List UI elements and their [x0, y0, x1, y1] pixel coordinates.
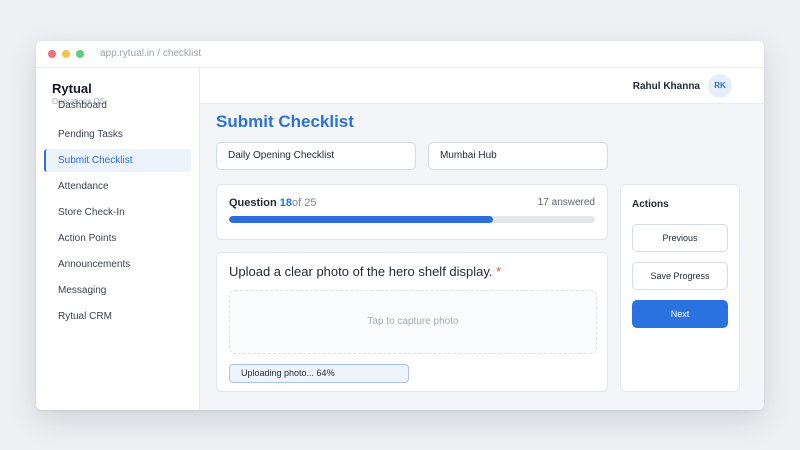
previous-button[interactable]: Previous — [632, 224, 728, 252]
close-window-dot[interactable] — [48, 50, 56, 58]
next-button[interactable]: Next — [632, 300, 728, 328]
app-window: app.rytual.in / checklist Rytual Operati… — [36, 41, 764, 410]
progress-fill — [229, 216, 493, 223]
top-bar: Rahul Khanna RK — [200, 68, 764, 104]
progress-track — [229, 216, 595, 223]
minimize-window-dot[interactable] — [62, 50, 70, 58]
sidebar-item-submit-checklist[interactable]: Submit Checklist — [44, 149, 191, 172]
user-avatar[interactable]: RK — [708, 74, 732, 98]
save-progress-button[interactable]: Save Progress — [632, 262, 728, 290]
sidebar-item-action-points[interactable]: Action Points — [44, 227, 191, 250]
sidebar-item-pending-tasks[interactable]: Pending Tasks — [44, 123, 191, 146]
question-text: Upload a clear photo of the hero shelf d… — [229, 264, 501, 279]
photo-capture-dropzone[interactable]: Tap to capture photo — [229, 290, 597, 354]
sidebar-item-rytual-crm[interactable]: Rytual CRM — [44, 305, 191, 328]
sidebar-item-dashboard[interactable]: Dashboard — [44, 94, 191, 117]
sidebar-item-store-check-in[interactable]: Store Check-In — [44, 201, 191, 224]
upload-status: Uploading photo... 64% — [229, 364, 409, 383]
required-indicator: * — [496, 264, 502, 279]
sidebar-item-attendance[interactable]: Attendance — [44, 175, 191, 198]
sidebar-item-announcements[interactable]: Announcements — [44, 253, 191, 276]
page-title: Submit Checklist — [216, 112, 354, 131]
sidebar: Rytual Operations OS Dashboard Pending T… — [36, 68, 200, 410]
actions-title: Actions — [632, 199, 669, 210]
current-question-number: 18 — [279, 197, 292, 209]
maximize-window-dot[interactable] — [76, 50, 84, 58]
checklist-select[interactable]: Daily Opening Checklist — [216, 142, 416, 170]
question-counter: Question 18of 25 — [229, 197, 316, 209]
actions-card: Actions Previous Save Progress Next — [620, 184, 740, 392]
question-card: Upload a clear photo of the hero shelf d… — [216, 252, 608, 392]
question-prefix: Question — [229, 197, 277, 209]
location-select[interactable]: Mumbai Hub — [428, 142, 608, 170]
question-label: Upload a clear photo of the hero shelf d… — [229, 264, 493, 279]
browser-titlebar: app.rytual.in / checklist — [36, 41, 764, 68]
user-name: Rahul Khanna — [632, 81, 700, 92]
answered-count: 17 answered — [537, 197, 595, 208]
address-bar[interactable]: app.rytual.in / checklist — [100, 48, 201, 59]
progress-card: Question 18of 25 17 answered — [216, 184, 608, 240]
question-total: of 25 — [291, 197, 317, 209]
sidebar-item-messaging[interactable]: Messaging — [44, 279, 191, 302]
